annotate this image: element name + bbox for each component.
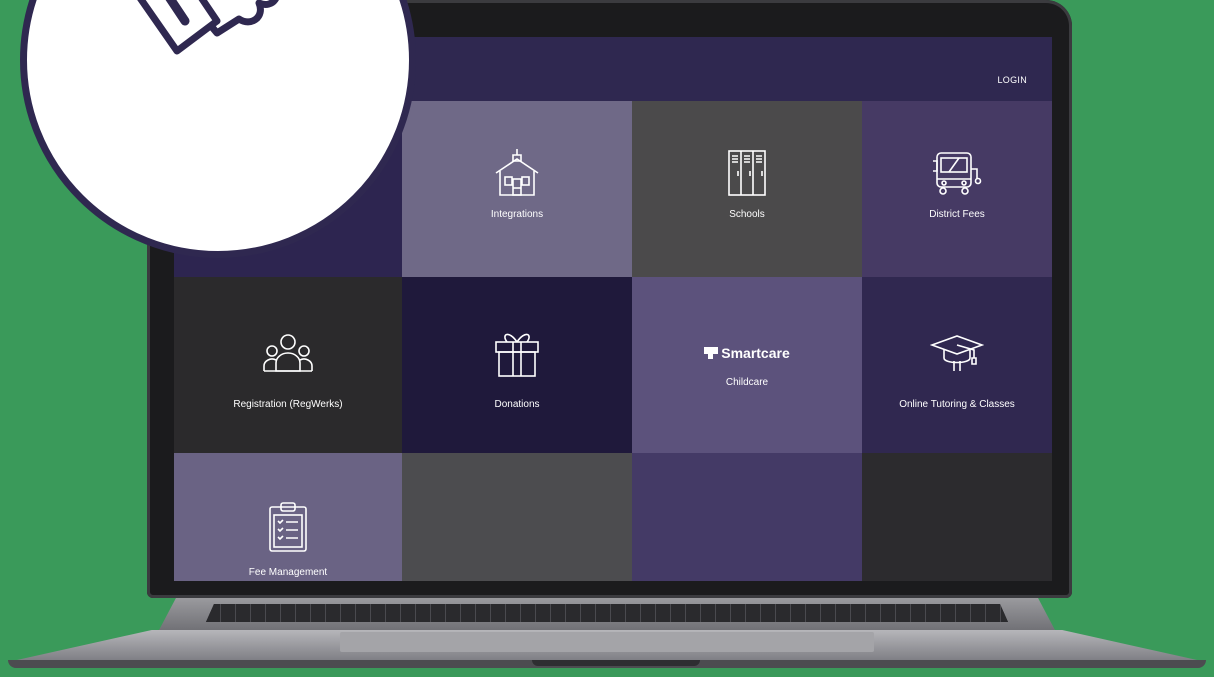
tile-empty-charcoal — [862, 453, 1052, 581]
tile-online-tutoring[interactable]: Online Tutoring & Classes — [862, 277, 1052, 453]
trackpad — [340, 632, 874, 652]
tile-district-fees[interactable]: District Fees — [862, 101, 1052, 277]
tile-label: District Fees — [929, 209, 985, 220]
tile-fee-management[interactable]: Fee Management — [174, 453, 402, 581]
tile-childcare[interactable]: Smartcare Childcare — [632, 277, 862, 453]
brand-name: Smartcare — [721, 345, 790, 361]
clipboard-checklist-icon — [268, 501, 308, 553]
lockers-icon — [727, 147, 767, 199]
keyboard — [206, 604, 1008, 622]
tile-label: Online Tutoring & Classes — [899, 399, 1015, 410]
tile-label: Schools — [729, 209, 765, 220]
tile-integrations[interactable]: Integrations — [402, 101, 632, 277]
bus-icon — [931, 147, 983, 199]
gift-icon — [493, 327, 541, 379]
smartcare-logo-mark-icon — [704, 347, 719, 359]
tile-donations[interactable]: Donations — [402, 277, 632, 453]
tile-label: Registration (RegWerks) — [233, 399, 343, 410]
smartcare-logo: Smartcare — [704, 345, 790, 361]
laptop-notch — [532, 660, 700, 666]
tile-label: Integrations — [490, 209, 544, 220]
tile-label: Childcare — [725, 377, 769, 388]
tile-empty-purple — [632, 453, 862, 581]
laptop-base — [0, 590, 1214, 677]
tile-label: Donations — [494, 399, 540, 410]
graduation-cap-icon — [930, 327, 984, 379]
tile-registration[interactable]: Registration (RegWerks) — [174, 277, 402, 453]
people-group-icon — [262, 327, 314, 379]
login-link[interactable]: LOGIN — [997, 75, 1027, 85]
tile-schools[interactable]: Schools — [632, 101, 862, 277]
tile-label: Fee Management — [248, 567, 328, 578]
pointing-hand-icon — [137, 0, 279, 55]
schoolhouse-icon — [492, 147, 542, 199]
tile-empty-gray — [402, 453, 632, 581]
